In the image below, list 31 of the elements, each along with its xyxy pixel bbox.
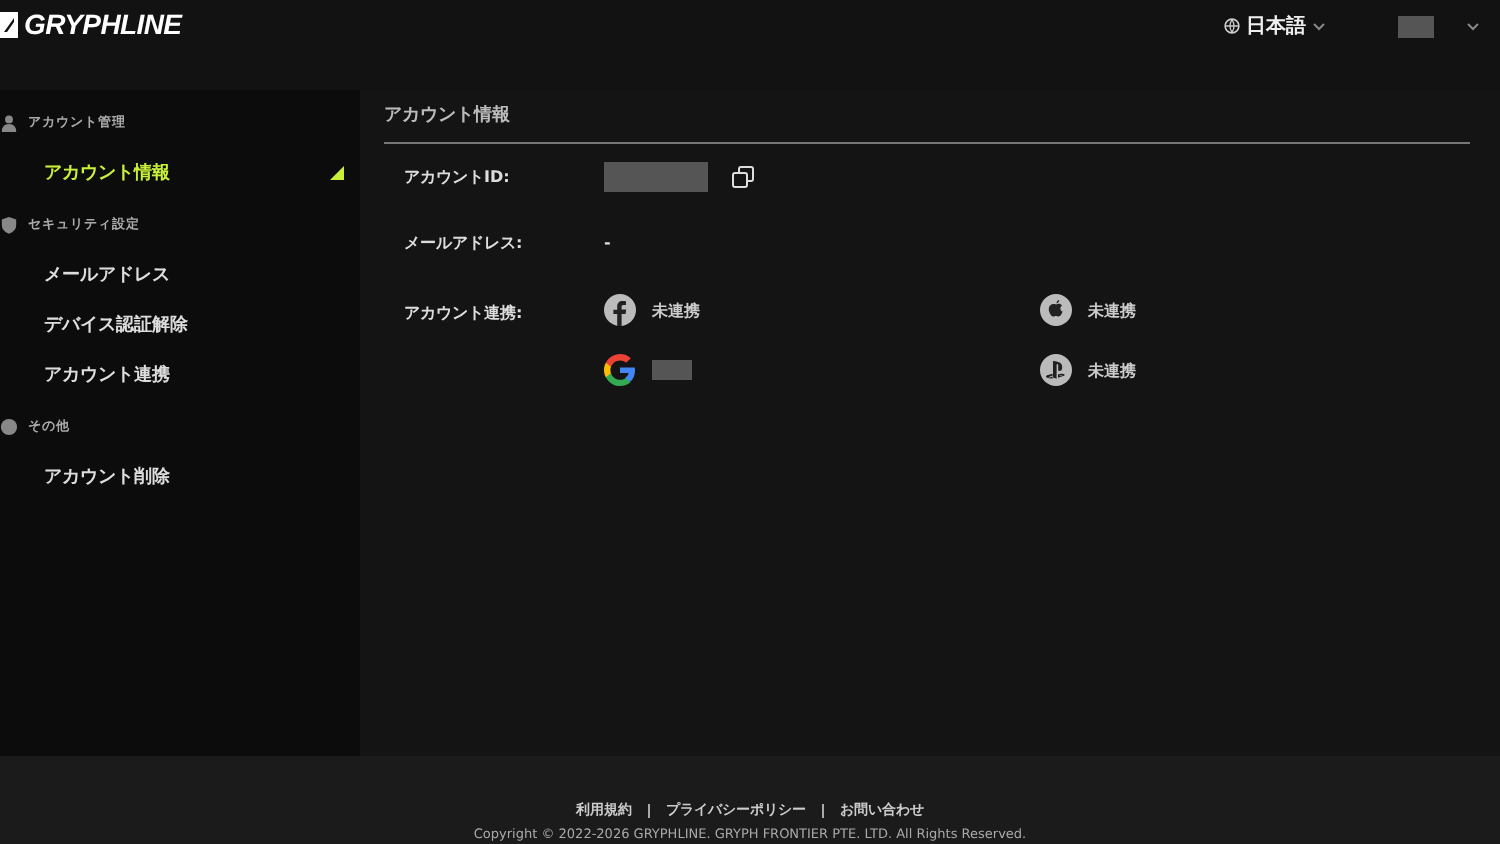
apple-icon [1040,294,1072,326]
link-status: 未連携 [1088,299,1136,321]
field-value: - [604,234,613,252]
caret-icon[interactable] [1466,21,1480,31]
field-label: メールアドレス: [404,232,525,254]
copy-icon[interactable] [732,166,754,188]
playstation-icon [1040,354,1072,386]
google-icon [604,354,636,386]
globe-icon [1224,18,1240,34]
logo-mark-icon [0,11,18,37]
link-status: 未連携 [1088,359,1136,381]
link-status: 未連携 [652,299,700,321]
linked-account-blurred [652,360,692,380]
sidebar-item[interactable]: アカウント情報 [44,148,344,198]
sidebar-item[interactable]: メールアドレス [44,250,344,300]
field-label: アカウント連携: [404,302,525,324]
caret-icon [1312,21,1326,31]
shield-icon [0,215,18,233]
sidebar-item[interactable]: アカウント削除 [44,452,344,502]
sidebar-item[interactable]: デバイス認証解除 [44,300,344,350]
section-title: アカウント情報 [384,102,1470,144]
account-id-blurred [604,162,708,192]
user-icon [0,113,18,131]
logo[interactable]: GRYPHLINE [24,8,182,40]
user-name-blurred [1398,15,1434,37]
circle-icon [0,417,18,435]
field-label: アカウントID: [404,166,512,188]
sidebar-item[interactable]: アカウント連携 [44,350,344,400]
language-selector[interactable]: 日本語 [1224,12,1326,40]
facebook-icon [604,294,636,326]
corner-triangle-icon [330,166,344,180]
